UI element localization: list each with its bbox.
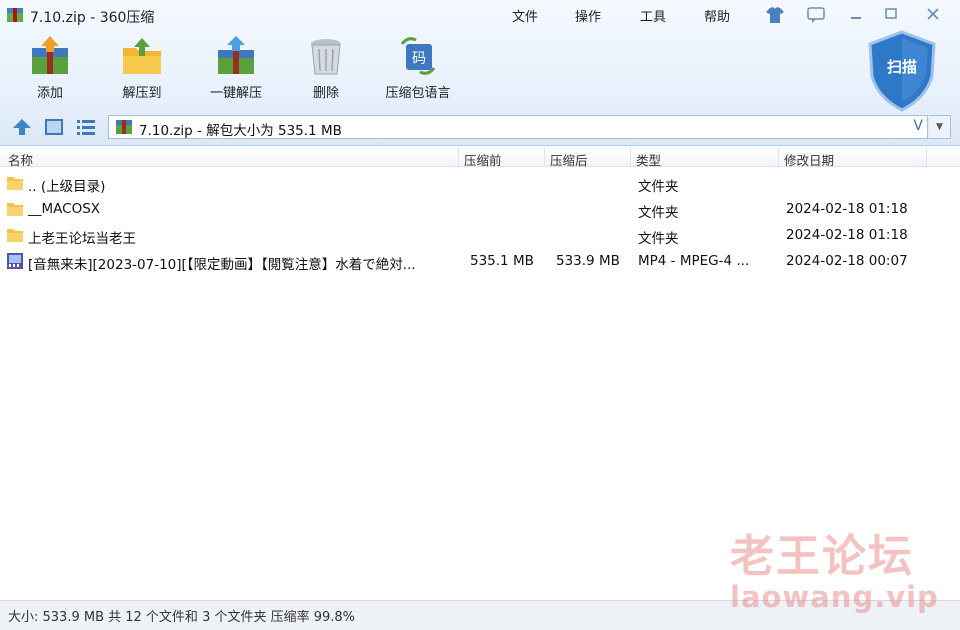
maximize-icon[interactable]	[882, 6, 900, 22]
title-bar: 7.10.zip - 360压缩 文件 操作 工具 帮助	[0, 0, 960, 30]
item-size-before: 535.1 MB	[470, 253, 534, 269]
column-type[interactable]: 类型	[636, 150, 661, 169]
list-header: 名称 压缩前 压缩后 类型 修改日期	[0, 147, 960, 169]
menu-file[interactable]: 文件	[512, 6, 538, 25]
item-modified: 2024-02-18 00:07	[786, 253, 908, 269]
watermark-chinese: 老王论坛	[730, 531, 914, 582]
address-path: 7.10.zip - 解包大小为 535.1 MB	[139, 123, 342, 139]
column-divider[interactable]	[778, 147, 779, 167]
scan-button[interactable]: 扫描	[866, 30, 938, 112]
column-divider[interactable]	[926, 147, 927, 167]
address-history-toggle[interactable]: V	[913, 118, 923, 134]
item-name: [音無来未][2023-07-10][【限定動画】【閲覧注意】水着で絶対...	[28, 257, 416, 273]
item-type: 文件夹	[638, 231, 679, 247]
archive-language-button[interactable]: 码 压缩包语言	[376, 36, 460, 106]
folder-icon	[7, 229, 23, 242]
list-item[interactable]: __MACOSX 文件夹 2024-02-18 01:18	[0, 196, 960, 222]
column-divider[interactable]	[630, 147, 631, 167]
video-file-icon	[7, 253, 23, 269]
column-divider[interactable]	[544, 147, 545, 167]
chevron-down-icon: ▼	[936, 122, 943, 132]
item-type: MP4 - MPEG-4 ...	[638, 253, 750, 269]
menu-tools[interactable]: 工具	[640, 6, 666, 25]
zip-file-icon	[116, 120, 132, 134]
extract-to-label: 解压到	[122, 86, 162, 101]
language-code-icon: 码	[400, 37, 436, 75]
archive-language-label: 压缩包语言	[385, 86, 451, 101]
item-modified: 2024-02-18 01:18	[786, 227, 908, 243]
delete-button[interactable]: 删除	[284, 36, 368, 106]
one-click-extract-icon	[218, 36, 254, 74]
add-archive-icon	[32, 36, 68, 74]
menu-operate[interactable]: 操作	[575, 6, 601, 25]
language-badge-text: 码	[412, 51, 426, 67]
message-icon[interactable]	[806, 6, 826, 24]
menu-help[interactable]: 帮助	[704, 6, 730, 25]
item-type: 文件夹	[638, 179, 679, 195]
item-name: 上老王论坛当老王	[28, 231, 136, 247]
list-item[interactable]: [音無来未][2023-07-10][【限定動画】【閲覧注意】水着で絶対... …	[0, 248, 960, 274]
address-bar[interactable]: 7.10.zip - 解包大小为 535.1 MB V	[108, 115, 928, 139]
trash-bin-icon	[311, 39, 341, 75]
list-item[interactable]: .. (上级目录) 文件夹	[0, 170, 960, 196]
one-click-extract-label: 一键解压	[209, 86, 262, 101]
column-after[interactable]: 压缩后	[550, 150, 588, 169]
status-text: 大小: 533.9 MB 共 12 个文件和 3 个文件夹 压缩率 99.8%	[8, 610, 356, 625]
list-item[interactable]: 上老王论坛当老王 文件夹 2024-02-18 01:18	[0, 222, 960, 248]
thumbnail-view-icon[interactable]	[44, 118, 64, 136]
extract-to-button[interactable]: 解压到	[100, 36, 184, 106]
item-type: 文件夹	[638, 205, 679, 221]
scan-label: 扫描	[886, 58, 917, 76]
folder-icon	[7, 203, 23, 216]
item-name: .. (上级目录)	[28, 179, 106, 195]
add-label: 添加	[36, 86, 63, 101]
list-view-icon[interactable]	[76, 118, 96, 136]
minimize-icon[interactable]	[847, 6, 865, 22]
column-name[interactable]: 名称	[8, 150, 33, 169]
app-logo-icon	[7, 8, 23, 22]
delete-label: 删除	[312, 86, 339, 101]
item-modified: 2024-02-18 01:18	[786, 201, 908, 217]
close-icon[interactable]	[924, 6, 942, 22]
item-size-after: 533.9 MB	[556, 253, 620, 269]
folder-icon	[7, 177, 23, 190]
add-button[interactable]: 添加	[8, 36, 92, 106]
window-chrome: 7.10.zip - 360压缩 文件 操作 工具 帮助 添加 解压到 一键解压…	[0, 0, 960, 146]
one-click-extract-button[interactable]: 一键解压	[194, 36, 278, 106]
column-divider[interactable]	[458, 147, 459, 167]
address-dropdown-button[interactable]: ▼	[929, 115, 951, 139]
extract-folder-icon	[123, 38, 161, 74]
column-before[interactable]: 压缩前	[464, 150, 502, 169]
up-arrow-icon[interactable]	[12, 118, 32, 136]
skin-shirt-icon[interactable]	[765, 6, 785, 24]
watermark-url: laowang.vip	[730, 580, 939, 614]
window-title: 7.10.zip - 360压缩	[30, 10, 155, 26]
column-modified[interactable]: 修改日期	[784, 150, 834, 169]
item-name: __MACOSX	[28, 201, 101, 217]
